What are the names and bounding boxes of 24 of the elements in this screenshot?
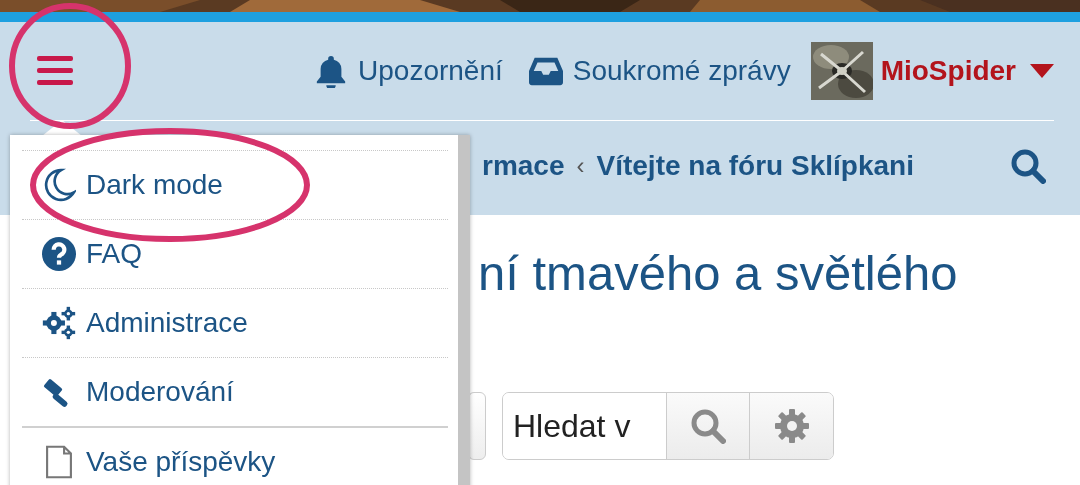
menu-icon[interactable] (37, 56, 73, 86)
search-button[interactable] (667, 393, 750, 459)
breadcrumb-link[interactable]: rmace (482, 150, 565, 182)
menu-item[interactable]: Vaše příspěvky (22, 426, 448, 485)
menu-item[interactable]: Moderování (22, 357, 448, 426)
nav-link[interactable]: Upozornění (314, 54, 503, 88)
help-icon[interactable] (42, 237, 76, 271)
search-icon[interactable] (690, 408, 726, 444)
caret-icon[interactable] (1030, 64, 1054, 78)
bell-icon[interactable] (314, 54, 348, 88)
moon-icon[interactable] (42, 168, 76, 202)
user-menu[interactable]: MioSpider (880, 55, 1016, 87)
gears-icon[interactable] (42, 306, 76, 340)
settings-button[interactable] (750, 393, 833, 459)
menu-item[interactable]: Dark mode (22, 151, 448, 219)
gear-icon[interactable] (773, 408, 810, 444)
breadcrumb-link[interactable]: Vítejte na fóru Sklípkani (596, 150, 914, 182)
menu-item[interactable]: Administrace (22, 288, 448, 357)
search-field[interactable]: Hledat v (503, 393, 667, 459)
nav-link[interactable]: Soukromé zprávy (528, 54, 791, 88)
breadcrumb-separator: ‹ (576, 152, 585, 180)
page-title: ní tmavého a světlého (478, 245, 959, 301)
menu-item[interactable]: FAQ (22, 219, 448, 288)
search-icon[interactable] (1010, 148, 1046, 184)
